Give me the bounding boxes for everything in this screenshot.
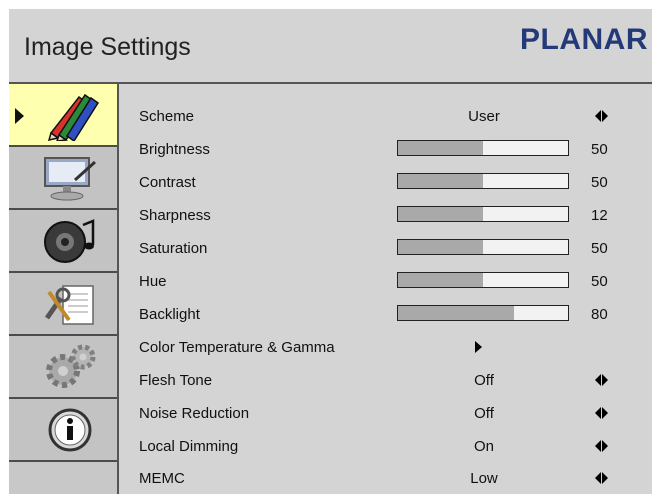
- gears-icon: [46, 344, 96, 388]
- left-right-arrows-icon[interactable]: [595, 440, 609, 452]
- setting-label: Color Temperature & Gamma: [139, 339, 335, 356]
- setting-label: Hue: [139, 273, 167, 290]
- slider-track[interactable]: [397, 140, 569, 156]
- setting-number: 50: [591, 141, 608, 158]
- sidebar-item-audio[interactable]: [9, 210, 117, 273]
- setting-row-brightness[interactable]: Brightness 50: [119, 133, 652, 165]
- setting-row-sharpness[interactable]: Sharpness 12: [119, 199, 652, 231]
- slider-track[interactable]: [397, 206, 569, 222]
- sidebar-item-tools[interactable]: [9, 273, 117, 336]
- sidebar-item-information[interactable]: [9, 399, 117, 462]
- left-right-arrows-icon[interactable]: [595, 472, 609, 484]
- slider-fill: [398, 141, 483, 155]
- setting-row-hue[interactable]: Hue 50: [119, 265, 652, 297]
- setting-label: Saturation: [139, 240, 208, 257]
- left-right-arrows-icon[interactable]: [595, 110, 609, 122]
- submenu-arrow-icon[interactable]: [475, 341, 482, 353]
- slider-fill: [398, 207, 483, 221]
- setting-label: Backlight: [139, 306, 200, 323]
- sidebar: [9, 84, 119, 494]
- left-right-arrows-icon[interactable]: [595, 407, 609, 419]
- slider-track[interactable]: [397, 305, 569, 321]
- setting-row-contrast[interactable]: Contrast 50: [119, 166, 652, 198]
- setting-row-flesh-tone[interactable]: Flesh Tone Off: [119, 364, 652, 396]
- setting-label: Sharpness: [139, 207, 211, 224]
- selection-arrow-icon: [15, 108, 24, 124]
- slider-track[interactable]: [397, 239, 569, 255]
- setting-number: 50: [591, 174, 608, 191]
- slider-fill: [398, 240, 483, 254]
- speaker-music-icon: [44, 219, 95, 263]
- sidebar-item-image-settings[interactable]: [9, 84, 117, 147]
- setting-row-memc[interactable]: MEMC Low: [119, 462, 652, 494]
- setting-label: Scheme: [139, 108, 195, 125]
- setting-value: Off: [474, 405, 494, 422]
- setting-value: On: [473, 438, 494, 455]
- info-icon: [48, 408, 92, 452]
- osd-window: Image Settings PLANAR Scheme User Bright…: [9, 9, 652, 494]
- setting-value: Low: [470, 470, 498, 487]
- setting-row-scheme[interactable]: Scheme User: [119, 100, 652, 132]
- setting-number: 80: [591, 306, 608, 323]
- slider-fill: [398, 174, 483, 188]
- sidebar-item-display-setup[interactable]: [9, 147, 117, 210]
- setting-label: MEMC: [139, 470, 185, 487]
- slider-track[interactable]: [397, 272, 569, 288]
- sidebar-item-system[interactable]: [9, 336, 117, 399]
- slider-fill: [398, 273, 483, 287]
- setting-number: 12: [591, 207, 608, 224]
- left-right-arrows-icon[interactable]: [595, 374, 609, 386]
- setting-label: Noise Reduction: [139, 405, 250, 422]
- setting-row-color-temperature-gamma[interactable]: Color Temperature & Gamma: [119, 331, 652, 363]
- page-title: Image Settings: [24, 33, 191, 61]
- setting-value: User: [468, 108, 500, 125]
- slider-track[interactable]: [397, 173, 569, 189]
- settings-panel: Scheme User Brightness 50 Contrast 50 Sh…: [119, 84, 652, 494]
- setting-row-backlight[interactable]: Backlight 80: [119, 298, 652, 330]
- setting-label: Local Dimming: [139, 438, 239, 455]
- setting-number: 50: [591, 273, 608, 290]
- setting-row-local-dimming[interactable]: Local Dimming On: [119, 430, 652, 462]
- setting-label: Contrast: [139, 174, 196, 191]
- setting-value: Off: [474, 372, 494, 389]
- display-pen-icon: [44, 157, 97, 201]
- setting-number: 50: [591, 240, 608, 257]
- slider-fill: [398, 306, 514, 320]
- header: Image Settings PLANAR: [9, 9, 652, 84]
- setting-row-noise-reduction[interactable]: Noise Reduction Off: [119, 397, 652, 429]
- color-pencils-icon: [47, 93, 100, 141]
- setting-label: Flesh Tone: [139, 372, 213, 389]
- setting-label: Brightness: [139, 141, 210, 158]
- brand-logo: PLANAR: [520, 23, 648, 56]
- setting-row-saturation[interactable]: Saturation 50: [119, 232, 652, 264]
- tools-document-icon: [44, 285, 94, 325]
